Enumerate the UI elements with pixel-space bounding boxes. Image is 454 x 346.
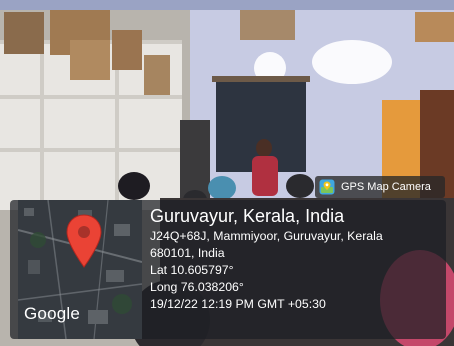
longitude: Long 76.038206° (150, 280, 244, 294)
map-pin-icon (66, 214, 102, 268)
gps-map-camera-label: GPS Map Camera (341, 181, 431, 193)
gps-map-camera-badge: GPS Map Camera (315, 176, 445, 198)
location-details: Guruvayur, Kerala, India J24Q+68J, Mammi… (150, 204, 446, 313)
geotagged-photo: GPS Map Camera Google Guruvayur, Kerala,… (0, 0, 454, 346)
address-line-2: 680101, India (150, 246, 225, 260)
latitude: Lat 10.605797° (150, 263, 234, 277)
location-overlay-panel: Google Guruvayur, Kerala, India J24Q+68J… (10, 200, 446, 339)
google-logo: Google (24, 304, 81, 323)
gps-map-camera-icon (319, 179, 335, 195)
satellite-map-thumbnail: Google (18, 200, 142, 339)
place-name: Guruvayur, Kerala, India (150, 206, 345, 226)
timestamp: 19/12/22 12:19 PM GMT +05:30 (150, 297, 326, 311)
address-line-1: J24Q+68J, Mammiyoor, Guruvayur, Kerala (150, 229, 383, 243)
